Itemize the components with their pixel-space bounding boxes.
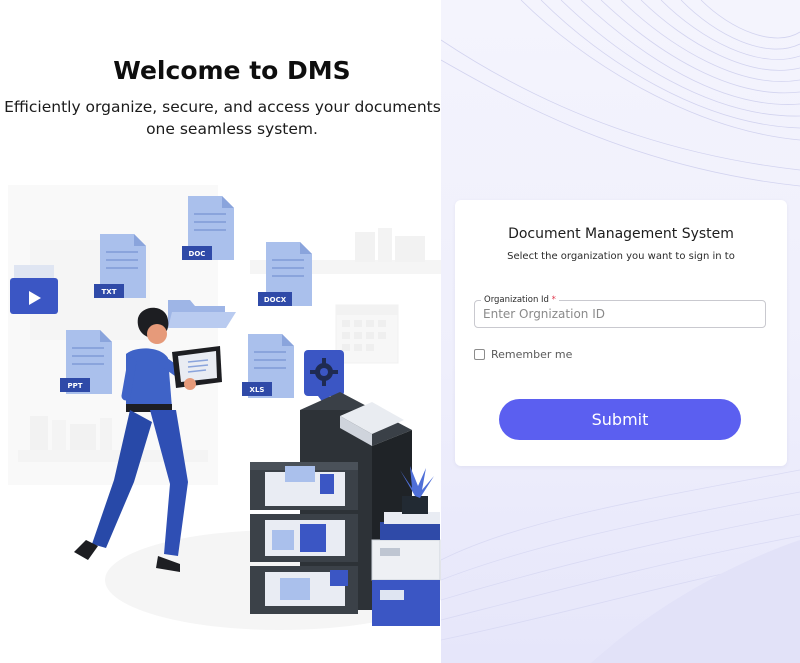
remember-me-label: Remember me bbox=[491, 348, 573, 361]
txt-file-label: TXT bbox=[102, 288, 117, 296]
doc-file-label: DOC bbox=[189, 250, 206, 258]
organization-id-input[interactable] bbox=[483, 304, 753, 324]
video-folder-icon bbox=[10, 265, 58, 314]
welcome-subtitle: Efficiently organize, secure, and access… bbox=[0, 96, 441, 140]
xls-file-label: XLS bbox=[250, 386, 265, 394]
doc-file-icon: DOC bbox=[182, 196, 234, 260]
welcome-subtitle-line-2: one seamless system. bbox=[146, 120, 318, 138]
hero-panel: Welcome to DMS Efficiently organize, sec… bbox=[0, 0, 441, 663]
ppt-file-label: PPT bbox=[67, 382, 82, 390]
remember-me[interactable]: Remember me bbox=[474, 348, 572, 361]
xls-file-icon: XLS bbox=[242, 334, 294, 398]
docx-file-icon: DOCX bbox=[258, 242, 312, 306]
welcome-subtitle-line-1: Efficiently organize, secure, and access… bbox=[4, 98, 441, 116]
remember-me-checkbox[interactable] bbox=[474, 349, 485, 360]
card-title: Document Management System bbox=[508, 226, 734, 242]
storage-boxes bbox=[371, 512, 441, 626]
document-management-illustration: DOC TXT DOCX PPT XLS bbox=[8, 185, 441, 630]
welcome-title: Welcome to DMS bbox=[113, 56, 351, 85]
organization-id-field[interactable]: Organization Id * bbox=[474, 294, 766, 328]
card-subtitle: Select the organization you want to sign… bbox=[507, 251, 735, 262]
ppt-file-icon: PPT bbox=[60, 330, 112, 394]
txt-file-icon: TXT bbox=[94, 234, 146, 298]
docx-file-label: DOCX bbox=[264, 296, 287, 304]
login-card: Document Management System Select the or… bbox=[455, 200, 787, 466]
submit-button[interactable]: Submit bbox=[499, 399, 741, 440]
